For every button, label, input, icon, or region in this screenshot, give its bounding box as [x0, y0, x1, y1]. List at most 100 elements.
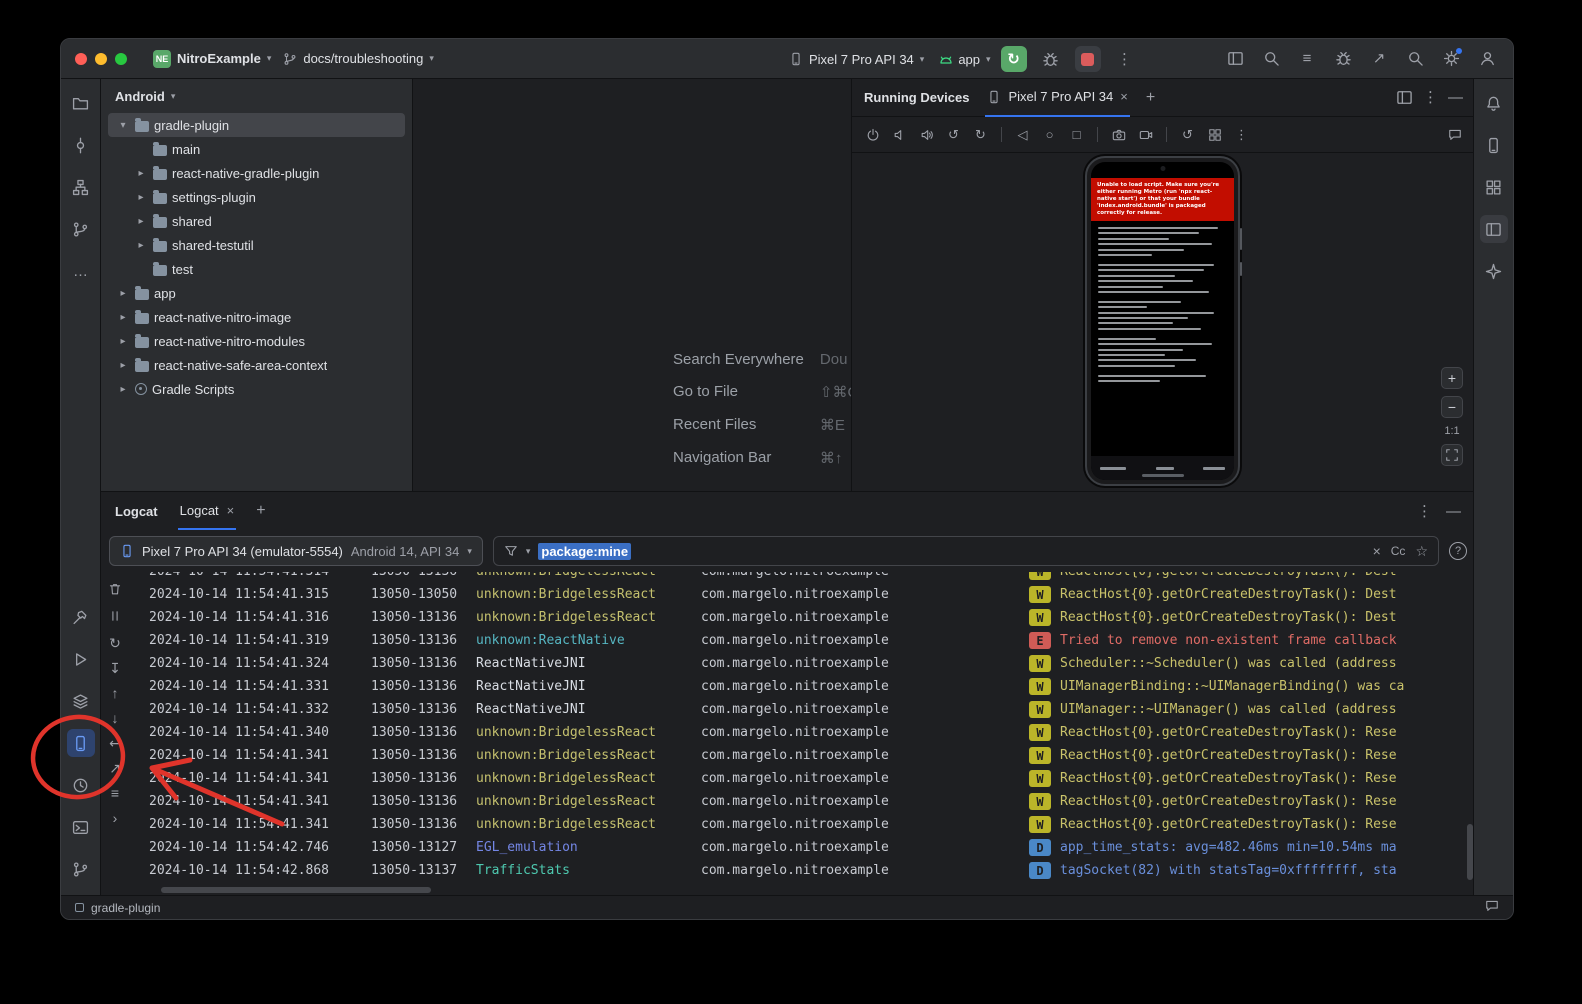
zoom-in-button[interactable]: +	[1441, 367, 1463, 389]
tree-item-react-native-nitro-image[interactable]: ▸react-native-nitro-image	[108, 305, 405, 329]
screenshot-icon[interactable]	[1106, 122, 1131, 147]
log-row[interactable]: 2024-10-14 11:54:42.74613050-13127EGL_em…	[129, 836, 1467, 859]
chevron-right-icon[interactable]: ▸	[116, 384, 130, 395]
chevron-right-icon[interactable]: ▸	[134, 192, 148, 203]
commit-tool-icon[interactable]	[67, 131, 95, 159]
terminal-tool-icon[interactable]	[67, 813, 95, 841]
logcat-body[interactable]: 2024-10-14 11:54:41.31413050-13136unknow…	[129, 572, 1467, 881]
tree-item-main[interactable]: main	[108, 137, 405, 161]
extended-controls-icon[interactable]: ⋮	[1229, 122, 1254, 147]
project-view-selector[interactable]: Android	[115, 89, 165, 104]
structure-tool-icon[interactable]	[67, 173, 95, 201]
chevron-right-icon[interactable]: ▸	[116, 312, 130, 323]
logcat-settings-icon[interactable]: ≡	[111, 786, 119, 800]
tree-item-test[interactable]: test	[108, 257, 405, 281]
tree-item-shared[interactable]: ▸shared	[108, 209, 405, 233]
account-icon[interactable]	[1473, 45, 1501, 73]
run-tool-icon[interactable]	[67, 645, 95, 673]
run-config-selector[interactable]: app ▾	[938, 52, 990, 67]
nav-home-icon[interactable]: ○	[1037, 122, 1062, 147]
rotate-left-icon[interactable]: ↺	[941, 122, 966, 147]
volume-down-icon[interactable]	[887, 122, 912, 147]
chevron-right-icon[interactable]: ▸	[134, 168, 148, 179]
log-row[interactable]: 2024-10-14 11:54:41.34113050-13136unknow…	[129, 790, 1467, 813]
add-device-tab-button[interactable]: +	[1146, 89, 1155, 107]
running-devices-icon[interactable]	[1480, 215, 1508, 243]
expand-toolbar-icon[interactable]: ›	[113, 811, 118, 825]
log-row[interactable]: 2024-10-14 11:54:41.32413050-13136ReactN…	[129, 652, 1467, 675]
tree-item-gradle-plugin[interactable]: ▾gradle-plugin	[108, 113, 405, 137]
favorite-filter-icon[interactable]: ☆	[1415, 543, 1428, 560]
nav-overview-icon[interactable]: □	[1064, 122, 1089, 147]
device-selector[interactable]: Pixel 7 Pro API 34 ▾	[789, 52, 924, 67]
chevron-down-icon[interactable]: ▾	[171, 91, 176, 102]
emulator-phone[interactable]: Unable to load script. Make sure you're …	[1085, 156, 1240, 486]
zoom-window-button[interactable]	[115, 53, 127, 65]
version-control-tool-icon[interactable]	[67, 855, 95, 883]
zoom-out-button[interactable]: −	[1441, 396, 1463, 418]
log-row[interactable]: 2024-10-14 11:54:41.33113050-13136ReactN…	[129, 675, 1467, 698]
log-row[interactable]: 2024-10-14 11:54:41.34113050-13136unknow…	[129, 767, 1467, 790]
device-manager-icon[interactable]	[1480, 131, 1508, 159]
new-logcat-tab-button[interactable]: +	[256, 502, 265, 520]
close-window-button[interactable]	[75, 53, 87, 65]
history-tool-icon[interactable]	[67, 771, 95, 799]
device-tab[interactable]: Pixel 7 Pro API 34 ×	[985, 79, 1129, 117]
log-row[interactable]: 2024-10-14 11:54:41.33213050-13136ReactN…	[129, 698, 1467, 721]
log-row[interactable]: 2024-10-14 11:54:42.86813050-13137Traffi…	[129, 859, 1467, 881]
hide-panel-icon[interactable]: —	[1448, 90, 1463, 105]
screen-record-icon[interactable]	[1133, 122, 1158, 147]
device-frame-icon[interactable]	[1221, 45, 1249, 73]
layout-options-icon[interactable]	[1396, 89, 1413, 106]
log-row[interactable]: 2024-10-14 11:54:41.34113050-13136unknow…	[129, 813, 1467, 836]
tree-item-gradle-scripts[interactable]: ▸Gradle Scripts	[108, 377, 405, 401]
zoom-fit-button[interactable]	[1441, 444, 1463, 466]
power-button-icon[interactable]	[860, 122, 885, 147]
close-tab-icon[interactable]: ×	[227, 503, 235, 518]
search-everywhere-icon[interactable]	[1401, 45, 1429, 73]
project-tool-icon[interactable]	[67, 89, 95, 117]
pause-logcat-icon[interactable]	[108, 609, 122, 625]
volume-up-icon[interactable]	[914, 122, 939, 147]
emulator-screen[interactable]: Unable to load script. Make sure you're …	[1091, 162, 1234, 480]
rotate-right-icon[interactable]: ↻	[968, 122, 993, 147]
soft-wrap-icon[interactable]: ↩	[109, 736, 121, 750]
log-row[interactable]: 2024-10-14 11:54:41.31913050-13136unknow…	[129, 629, 1467, 652]
more-options-icon[interactable]: ⋮	[1423, 90, 1438, 105]
tree-item-settings-plugin[interactable]: ▸settings-plugin	[108, 185, 405, 209]
nav-back-icon[interactable]: ◁	[1010, 122, 1035, 147]
chevron-down-icon[interactable]: ▾	[116, 120, 130, 131]
logcat-filter-input[interactable]: ▾ package:mine × Cc ☆	[493, 536, 1439, 566]
more-run-options-button[interactable]: ⋮	[1111, 45, 1139, 73]
notifications-icon[interactable]	[1480, 89, 1508, 117]
hide-panel-icon[interactable]: —	[1446, 504, 1461, 519]
log-row[interactable]: 2024-10-14 11:54:41.31413050-13136unknow…	[129, 572, 1467, 583]
feedback-icon[interactable]	[1442, 122, 1467, 147]
share-icon[interactable]: ↗	[1365, 45, 1393, 73]
settings-icon[interactable]	[1437, 45, 1465, 73]
chevron-right-icon[interactable]: ▸	[134, 240, 148, 251]
logcat-device-selector[interactable]: Pixel 7 Pro API 34 (emulator-5554) Andro…	[109, 536, 483, 566]
gemini-icon[interactable]	[1480, 257, 1508, 285]
close-tab-icon[interactable]: ×	[1120, 89, 1128, 104]
log-row[interactable]: 2024-10-14 11:54:41.34013050-13136unknow…	[129, 721, 1467, 744]
branch-selector[interactable]: docs/troubleshooting ▾	[283, 51, 434, 66]
logcat-tab[interactable]: Logcat ×	[178, 492, 237, 530]
todo-list-icon[interactable]: ≡	[1293, 45, 1321, 73]
snapshot-icon[interactable]: ↺	[1175, 122, 1200, 147]
pull-requests-icon[interactable]	[67, 215, 95, 243]
horizontal-scrollbar[interactable]	[161, 887, 431, 893]
status-right-icon[interactable]	[1485, 899, 1499, 916]
layout-inspector-icon[interactable]	[1480, 173, 1508, 201]
match-case-toggle[interactable]: Cc	[1391, 544, 1406, 558]
log-row[interactable]: 2024-10-14 11:54:41.34113050-13136unknow…	[129, 744, 1467, 767]
more-tool-windows-icon[interactable]: …	[67, 257, 95, 285]
rerun-button[interactable]: ↻	[1001, 46, 1027, 72]
log-row[interactable]: 2024-10-14 11:54:41.31613050-13136unknow…	[129, 606, 1467, 629]
stop-button[interactable]	[1075, 46, 1101, 72]
editor-area[interactable]: Search EverywhereDouGo to File⇧⌘ORecent …	[413, 79, 851, 491]
build-tool-icon[interactable]	[67, 603, 95, 631]
chevron-right-icon[interactable]: ▸	[116, 336, 130, 347]
profiler-icon[interactable]	[1329, 45, 1357, 73]
tree-item-react-native-nitro-modules[interactable]: ▸react-native-nitro-modules	[108, 329, 405, 353]
